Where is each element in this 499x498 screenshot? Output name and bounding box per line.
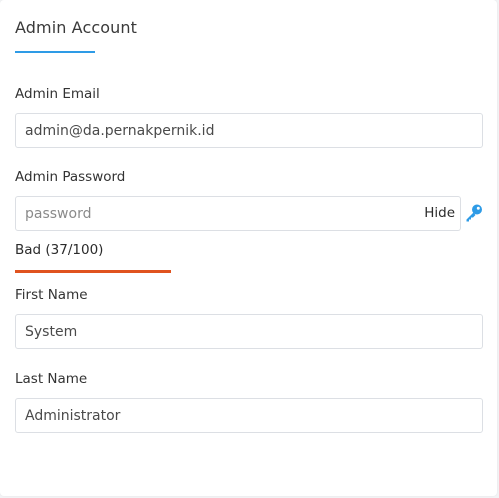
hide-password-toggle[interactable]: Hide <box>424 205 455 221</box>
key-icon[interactable] <box>464 203 484 223</box>
admin-account-panel: Admin Account Admin Email Admin Password… <box>0 0 497 496</box>
admin-email-label: Admin Email <box>15 86 100 102</box>
password-strength-fill <box>15 270 171 273</box>
first-name-input[interactable] <box>15 314 483 349</box>
admin-email-input[interactable] <box>15 113 483 148</box>
password-strength-bar <box>15 270 171 273</box>
admin-password-field: Hide <box>15 196 461 231</box>
last-name-label: Last Name <box>15 371 88 387</box>
section-title: Admin Account <box>15 18 137 37</box>
title-underline <box>15 51 95 53</box>
first-name-label: First Name <box>15 287 88 303</box>
admin-password-input[interactable] <box>16 197 416 230</box>
admin-password-label: Admin Password <box>15 169 126 185</box>
last-name-input[interactable] <box>15 398 483 433</box>
password-strength-text: Bad (37/100) <box>15 242 104 258</box>
